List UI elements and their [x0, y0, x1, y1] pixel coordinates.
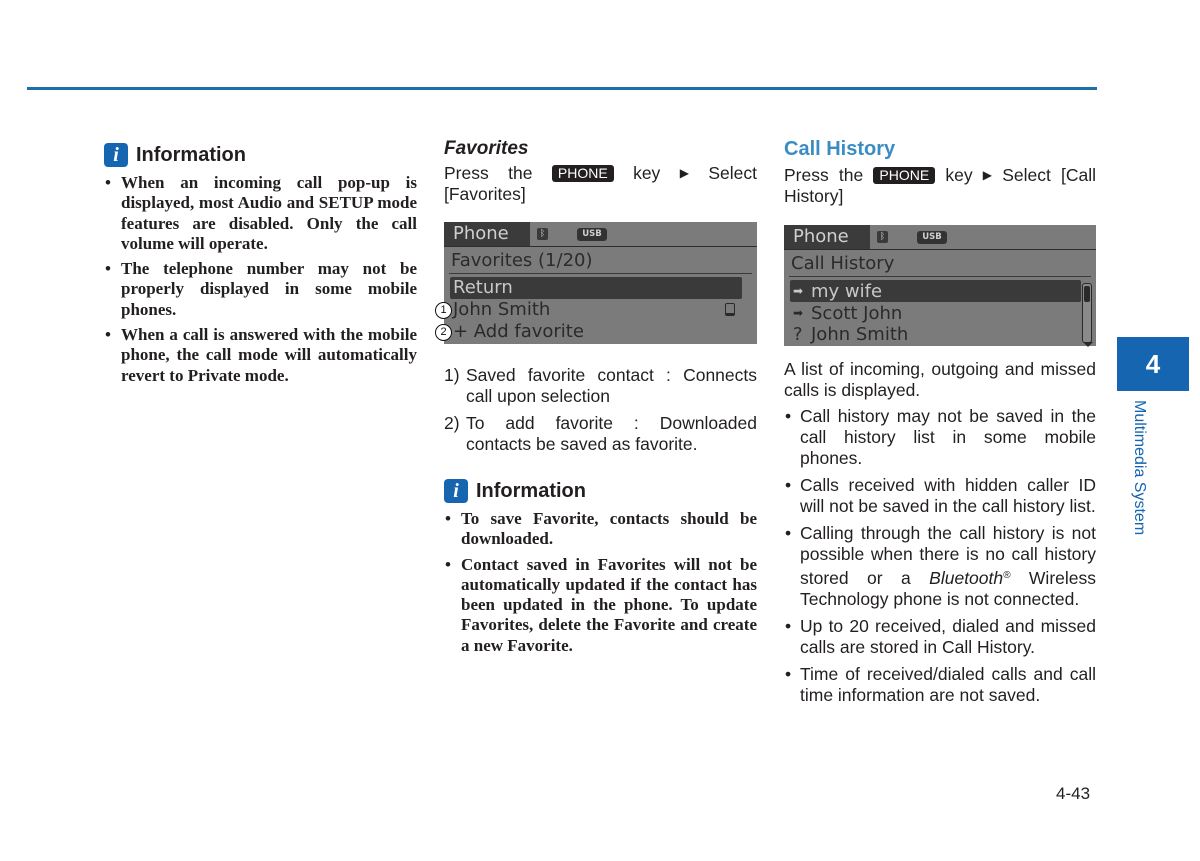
info-title: Information — [136, 143, 246, 166]
list-item-label: + Add favorite — [453, 321, 584, 342]
callout-marker: 1 — [435, 302, 452, 319]
section-title-favorites: Favorites — [444, 138, 529, 159]
favorites-notes: 1) Saved favorite contact : Connects call… — [444, 365, 757, 455]
phone-key-badge: PHONE — [873, 167, 936, 184]
info-icon: i — [444, 479, 468, 503]
info-bullet: Contact saved in Favorites will not be a… — [444, 555, 757, 656]
call-history-instruction: Press the PHONE key ▶ Select [Call Histo… — [784, 165, 1096, 207]
call-list-item[interactable]: ➡ my wife — [790, 280, 1081, 302]
scrollbar-thumb[interactable] — [1084, 286, 1090, 302]
bullet-item: Time of received/dialed calls and call t… — [784, 664, 1096, 706]
favorites-instruction: Press the PHONE key ▶ Select [Favorites] — [444, 163, 757, 205]
call-list-item[interactable]: ➡ Scott John — [784, 302, 1096, 324]
screen-header: Phone ᛒ USB — [444, 222, 757, 247]
instruction-text: Press the — [444, 163, 533, 183]
call-history-bullets: Call history may not be saved in the cal… — [784, 406, 1096, 706]
usb-icon: USB — [577, 228, 607, 241]
screen-header: Phone ᛒ USB — [784, 225, 1096, 250]
list-item-label: Scott John — [811, 303, 903, 324]
info-bullet: To save Favorite, contacts should be dow… — [444, 509, 757, 550]
call-history-intro: A list of incoming, outgoing and missed … — [784, 359, 1096, 400]
arrow-right-icon: ▶ — [679, 166, 689, 180]
bullet-item: Call history may not be saved in the cal… — [784, 406, 1096, 469]
info-icon: i — [104, 143, 128, 167]
instruction-text: key — [633, 163, 661, 183]
screen-tab-phone: Phone — [784, 225, 870, 249]
instruction-text: key — [945, 165, 973, 185]
note-item: 2) To add favorite : Downloaded contacts … — [444, 413, 757, 454]
instruction-text: Press the — [784, 165, 864, 185]
screen-subtitle: Call History — [789, 250, 1091, 277]
arrow-right-icon: ▶ — [982, 168, 993, 182]
column-2: Favorites Press the PHONE key ▶ Select [… — [435, 138, 757, 661]
info-bullets: When an incoming call pop-up is displaye… — [104, 173, 417, 386]
info-bullet: The telephone number may not be properly… — [104, 259, 417, 320]
list-item-return[interactable]: Return — [450, 277, 742, 299]
page-number: 4-43 — [1056, 784, 1091, 803]
bluetooth-icon: ᛒ — [537, 228, 548, 240]
chapter-title: Multimedia System — [1126, 400, 1150, 550]
column-3: Call History Press the PHONE key ▶ Selec… — [784, 138, 1096, 712]
callout-marker: 2 — [435, 324, 452, 341]
list-item-label: Return — [453, 277, 513, 298]
outgoing-call-icon: ➡ — [793, 284, 804, 298]
info-box-favorites: i Information To save Favorite, contacts… — [444, 479, 757, 656]
favorites-screen: Phone ᛒ USB Favorites (1/20) Return 1 Jo… — [435, 222, 757, 344]
usb-icon: USB — [917, 231, 947, 244]
scrollbar[interactable] — [1082, 283, 1092, 343]
phone-icon — [725, 303, 735, 316]
info-header: i Information — [444, 479, 757, 503]
unknown-call-icon: ? — [793, 324, 803, 345]
note-item: 1) Saved favorite contact : Connects call… — [444, 365, 757, 406]
chapter-number-tab: 4 — [1117, 337, 1189, 391]
bullet-item: Calls received with hidden caller ID wil… — [784, 475, 1096, 517]
screen-subtitle: Favorites (1/20) — [449, 247, 752, 274]
call-list-item[interactable]: ? John Smith — [784, 324, 1096, 346]
bluetooth-icon: ᛒ — [877, 231, 888, 243]
chapter-title-text: Multimedia System — [1131, 400, 1148, 536]
info-bullets: To save Favorite, contacts should be dow… — [444, 509, 757, 656]
list-item-label: John Smith — [453, 299, 551, 320]
info-title: Information — [476, 479, 586, 502]
phone-key-badge: PHONE — [551, 165, 614, 182]
bullet-item: Calling through the call history is not … — [784, 523, 1096, 610]
list-item-favorite[interactable]: 1 John Smith — [435, 299, 757, 321]
column-1: i Information When an incoming call pop-… — [104, 143, 417, 391]
call-history-screen: Phone ᛒ USB Call History ➡ my wife ➡ Scott… — [784, 225, 1096, 347]
info-bullet: When a call is answered with the mobile … — [104, 325, 417, 386]
header-rule — [27, 87, 1097, 90]
info-bullet: When an incoming call pop-up is displaye… — [104, 173, 417, 254]
bullet-item: Up to 20 received, dialed and missed cal… — [784, 616, 1096, 658]
info-header: i Information — [104, 143, 417, 167]
scroll-down-icon[interactable] — [1083, 342, 1093, 347]
outgoing-call-icon: ➡ — [793, 306, 804, 320]
screen-tab-phone: Phone — [444, 222, 530, 246]
section-title-call-history: Call History — [784, 138, 896, 160]
list-item-label: John Smith — [811, 324, 909, 345]
list-item-add-favorite[interactable]: 2 + Add favorite — [435, 321, 757, 343]
list-item-label: my wife — [811, 281, 883, 302]
